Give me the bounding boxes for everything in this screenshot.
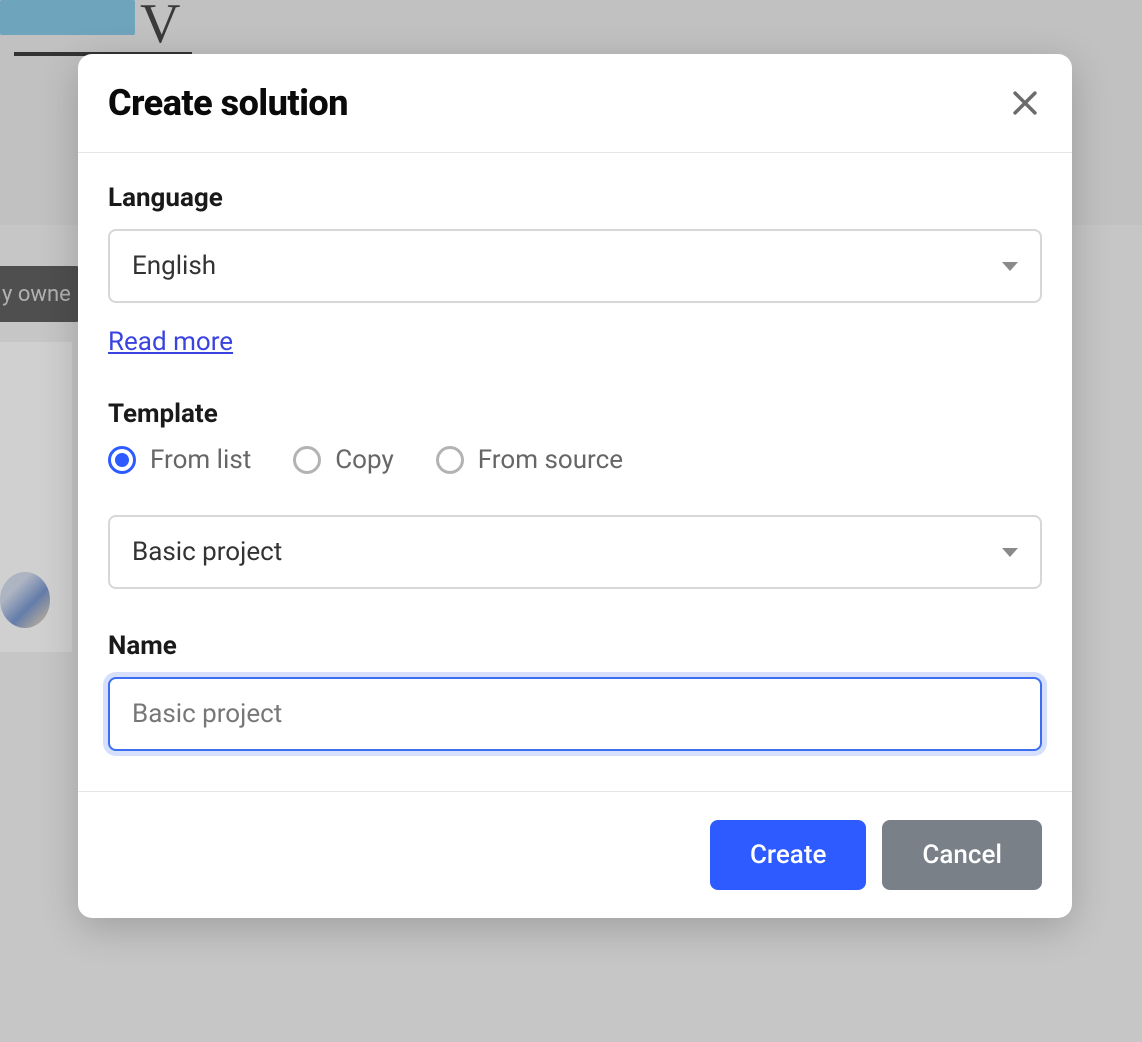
language-select-value: English (132, 251, 216, 281)
close-icon[interactable] (1008, 86, 1042, 120)
modal-title: Create solution (108, 82, 348, 124)
radio-icon (108, 446, 136, 474)
caret-down-icon (1002, 262, 1018, 271)
template-label: Template (108, 399, 1042, 429)
template-radio-group: From list Copy From source (108, 445, 1042, 475)
modal-footer: Create Cancel (78, 791, 1072, 918)
cancel-button[interactable]: Cancel (882, 820, 1042, 890)
radio-from-list[interactable]: From list (108, 445, 251, 475)
language-select[interactable]: English (108, 229, 1042, 303)
radio-label: From list (150, 445, 251, 475)
radio-from-source[interactable]: From source (436, 445, 623, 475)
radio-icon (436, 446, 464, 474)
name-label: Name (108, 631, 1042, 661)
template-select[interactable]: Basic project (108, 515, 1042, 589)
caret-down-icon (1002, 548, 1018, 557)
language-label: Language (108, 183, 1042, 213)
create-solution-modal: Create solution Language English Read mo… (78, 54, 1072, 918)
radio-icon (293, 446, 321, 474)
create-button[interactable]: Create (710, 820, 866, 890)
radio-copy[interactable]: Copy (293, 445, 394, 475)
modal-header: Create solution (78, 54, 1072, 153)
radio-label: Copy (335, 445, 394, 475)
name-input[interactable] (108, 677, 1042, 751)
read-more-link[interactable]: Read more (108, 327, 233, 357)
modal-body: Language English Read more Template From… (78, 153, 1072, 791)
template-select-value: Basic project (132, 537, 282, 567)
radio-label: From source (478, 445, 623, 475)
